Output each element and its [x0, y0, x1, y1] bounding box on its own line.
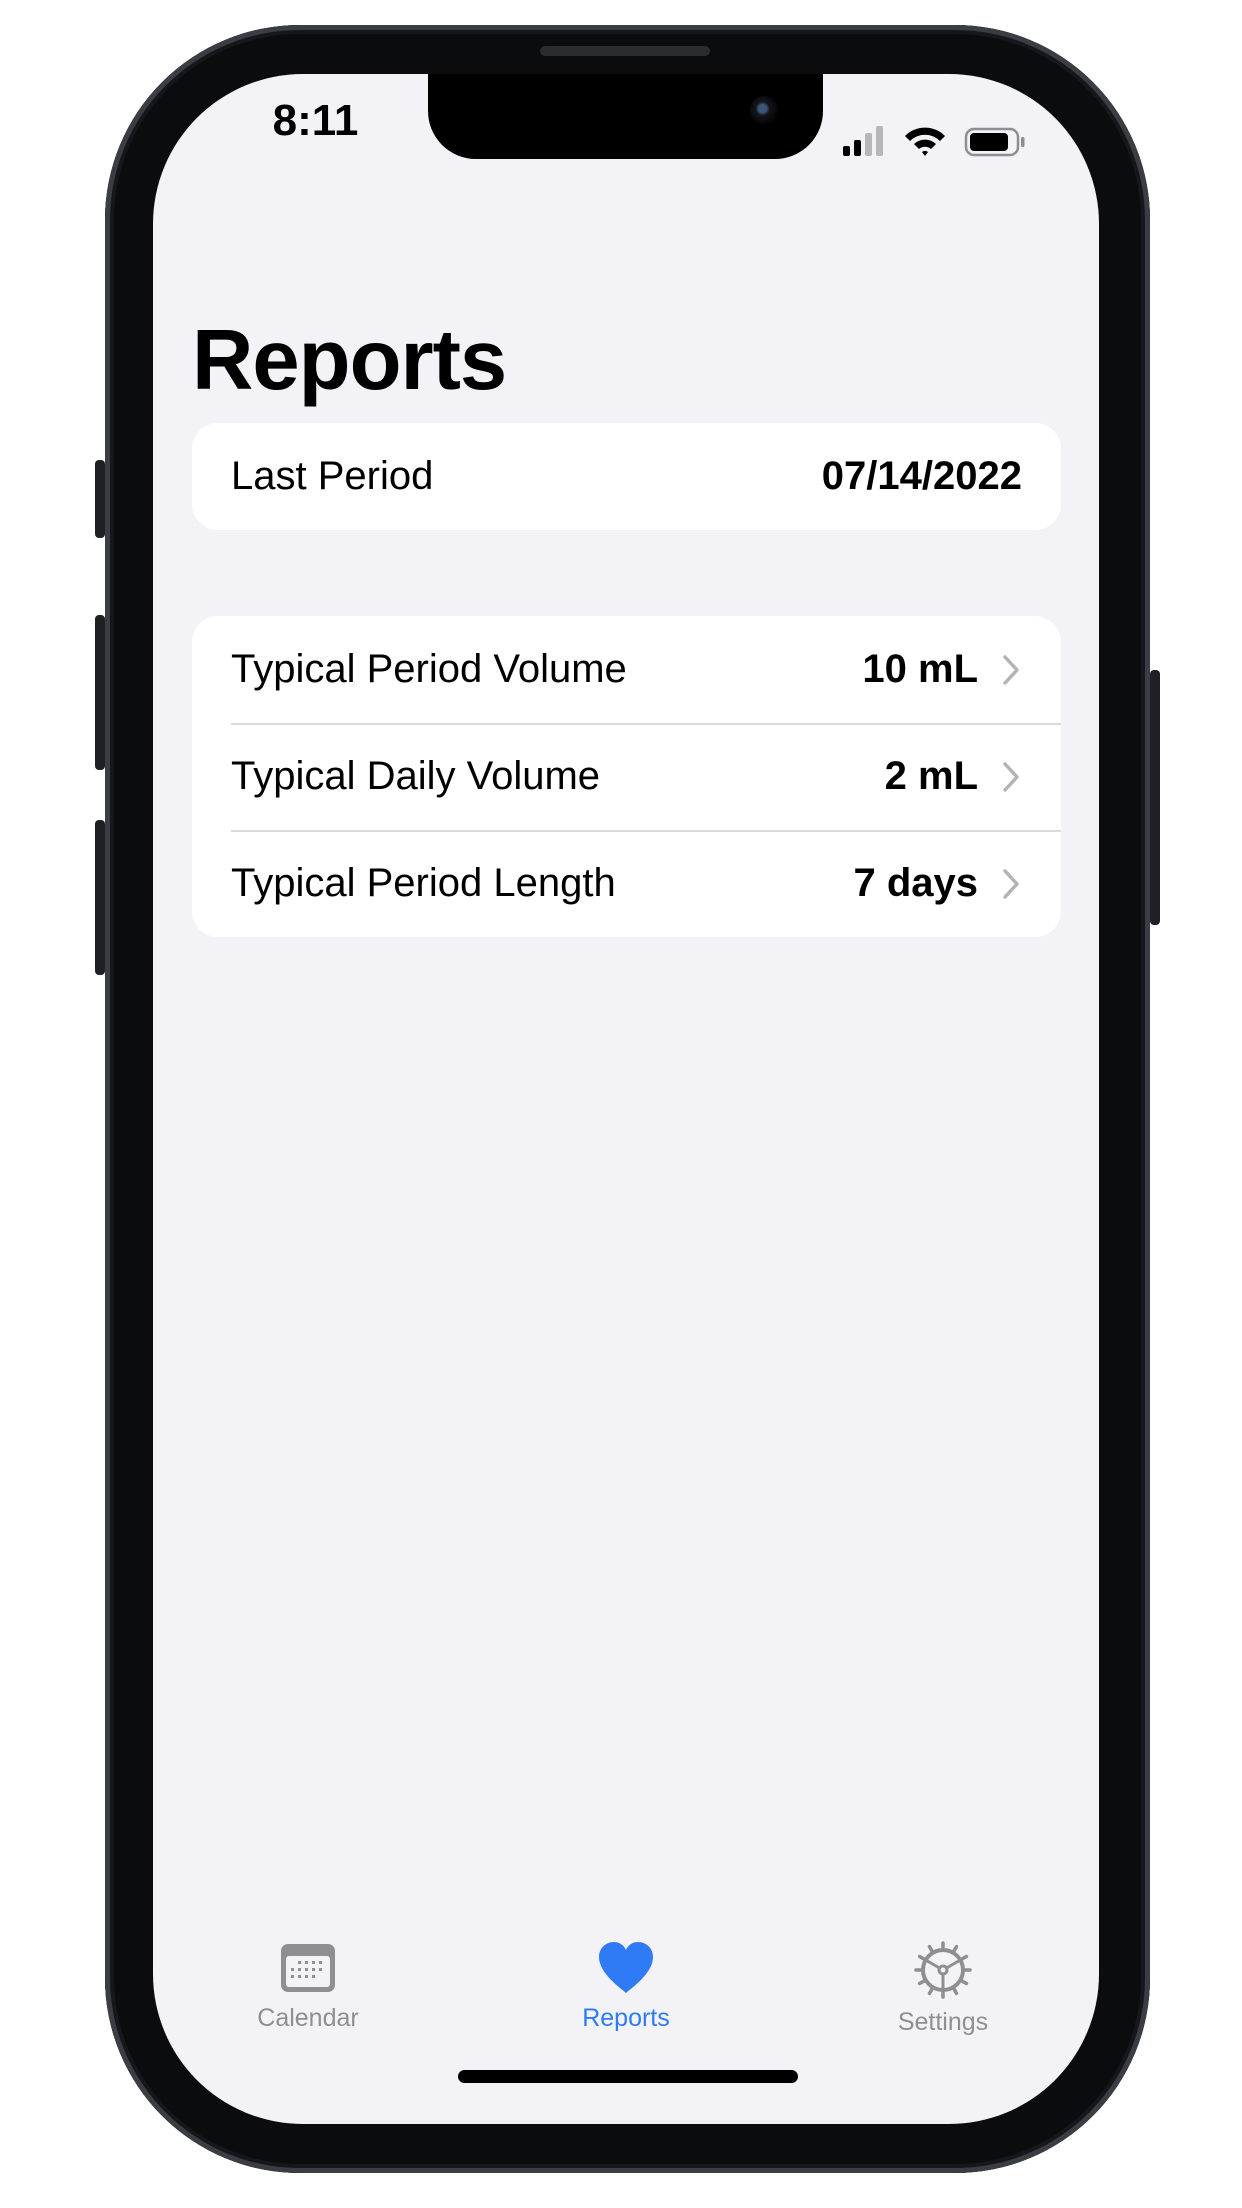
gear-icon: [914, 1941, 972, 1999]
chevron-right-icon: [1003, 868, 1019, 899]
stat-row-daily-volume[interactable]: Typical Daily Volume 2 mL: [192, 723, 1061, 830]
last-period-value: 07/14/2022: [821, 454, 1022, 498]
notch: [428, 74, 823, 159]
last-period-row: Last Period 07/14/2022: [192, 423, 1061, 530]
battery-icon: [964, 127, 1025, 157]
stats-card: Typical Period Volume 10 mL Typical Dail…: [192, 616, 1061, 937]
volume-up-button: [95, 615, 105, 770]
camera-icon: [750, 96, 778, 124]
tab-settings[interactable]: Settings: [823, 1940, 1063, 2037]
stat-row-period-volume[interactable]: Typical Period Volume 10 mL: [192, 616, 1061, 723]
last-period-card: Last Period 07/14/2022: [192, 423, 1061, 530]
wifi-icon: [905, 127, 945, 156]
tab-calendar[interactable]: Calendar: [188, 1940, 428, 2033]
stat-value: 7 days: [853, 861, 978, 905]
status-time: 8:11: [272, 96, 359, 145]
silent-switch: [95, 460, 105, 538]
tab-bar: Calendar Reports Settings: [153, 1940, 1099, 2050]
tab-reports[interactable]: Reports: [506, 1940, 746, 2033]
home-indicator: [458, 2070, 798, 2083]
last-period-label: Last Period: [231, 454, 434, 498]
page-title: Reports: [192, 313, 507, 408]
status-icons: [843, 126, 1025, 157]
calendar-icon: [281, 1944, 335, 1992]
stat-label: Typical Daily Volume: [231, 754, 601, 798]
signal-icon: [843, 126, 883, 156]
power-button: [1150, 670, 1160, 925]
speaker-grille: [540, 46, 710, 56]
stat-value: 2 mL: [884, 754, 978, 798]
chevron-right-icon: [1003, 654, 1019, 685]
screen: 8:11 Reports Last Period 07/14/2022 Typi…: [153, 74, 1099, 2124]
heart-icon: [599, 1942, 653, 1993]
volume-down-button: [95, 820, 105, 975]
chevron-right-icon: [1003, 761, 1019, 792]
stat-label: Typical Period Volume: [231, 647, 627, 691]
tab-settings-label: Settings: [897, 2008, 989, 2036]
stat-value: 10 mL: [862, 647, 978, 691]
stat-label: Typical Period Length: [231, 861, 616, 905]
tab-reports-label: Reports: [582, 2004, 670, 2032]
tab-calendar-label: Calendar: [257, 2004, 359, 2032]
stat-row-period-length[interactable]: Typical Period Length 7 days: [192, 830, 1061, 937]
